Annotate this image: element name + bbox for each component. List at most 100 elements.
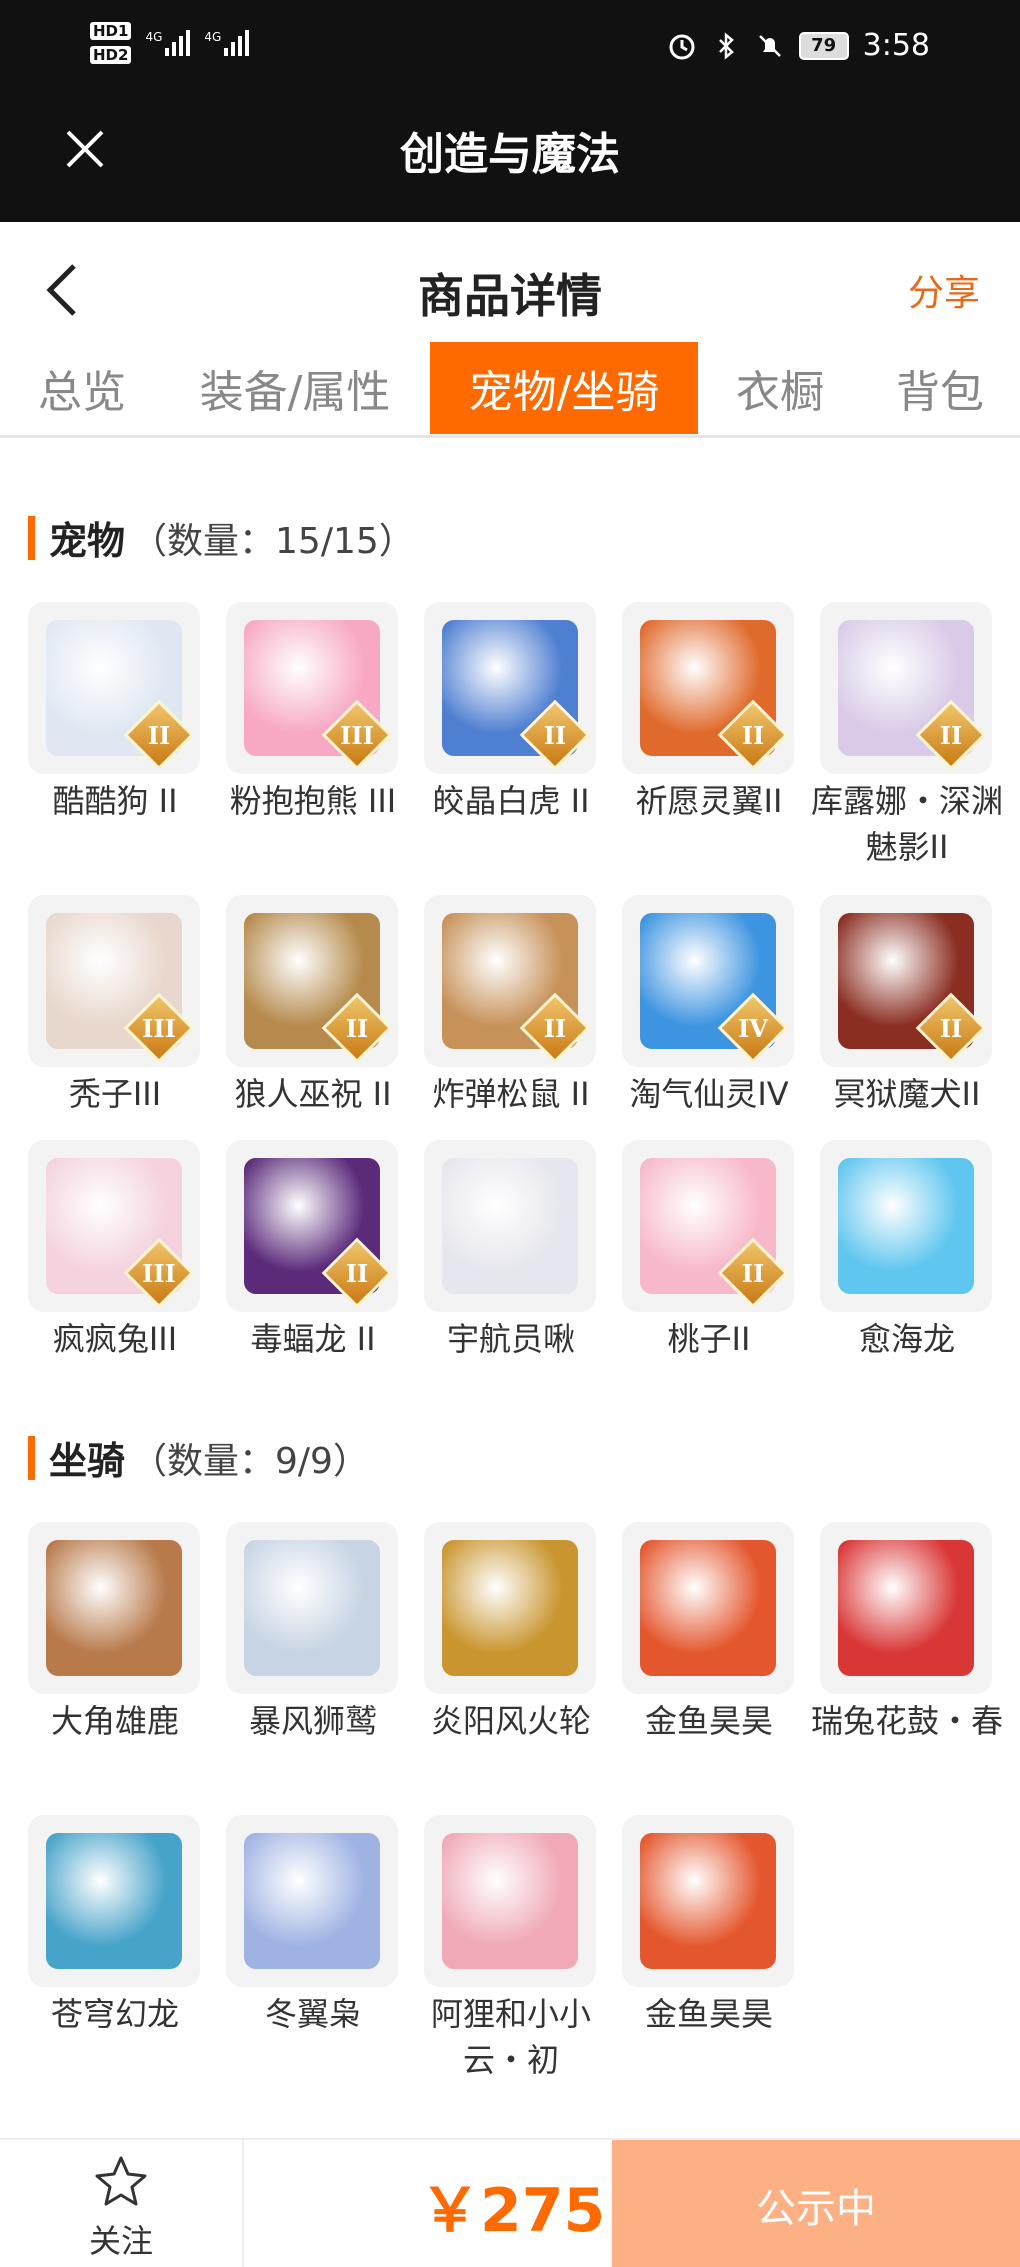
pet-name: 酷酷狗 II (52, 782, 178, 820)
mount-name: 冬翼枭 (264, 1995, 361, 2033)
pet-item[interactable]: II 炸弹松鼠 II (424, 895, 598, 1117)
hd1-indicator: HD1 (90, 22, 132, 40)
pet-thumbnail: II (424, 895, 596, 1067)
mount-thumbnail (226, 1522, 398, 1694)
mount-name: 炎阳风火轮 (430, 1702, 591, 1740)
pet-item[interactable]: II 狼人巫祝 II (226, 895, 400, 1117)
pets-count: （数量：15/15） (131, 520, 415, 562)
tab-backpack[interactable]: 背包 (870, 342, 1010, 434)
mount-thumbnail (424, 1522, 596, 1694)
page-header: 商品详情 分享 (0, 222, 1020, 342)
mount-thumbnail (622, 1815, 794, 1987)
tab-pets-mounts[interactable]: 宠物/坐骑 (430, 342, 698, 434)
hd2-indicator: HD2 (90, 46, 132, 64)
pet-item[interactable]: IV 淘气仙灵IV (622, 895, 796, 1117)
pet-thumbnail: II (820, 895, 992, 1067)
pet-name: 愈海龙 (858, 1320, 955, 1358)
pet-thumbnail (424, 1140, 596, 1312)
section-accent-bar (28, 1435, 35, 1480)
pet-item[interactable]: II 冥狱魔犬II (820, 895, 994, 1117)
level-badge-label: II (939, 720, 963, 750)
tab-bar: 总览 装备/属性 宠物/坐骑 衣橱 背包 (0, 342, 1020, 438)
character-image (244, 1540, 380, 1676)
status-bar: HD1 HD2 4G 4G 79 3:58 (0, 0, 1020, 100)
pet-item[interactable]: II 祈愿灵翼II (622, 602, 796, 824)
pet-item[interactable]: III 秃子III (28, 895, 202, 1117)
pet-item[interactable]: 愈海龙 (820, 1140, 994, 1362)
pet-item[interactable]: II 桃子II (622, 1140, 796, 1362)
pet-name: 炸弹松鼠 II (432, 1075, 590, 1113)
pets-title: 宠物 (49, 519, 126, 563)
mount-item[interactable]: 大角雄鹿 (28, 1522, 202, 1744)
level-badge-label: II (345, 1258, 369, 1288)
level-badge-label: III (142, 1258, 176, 1288)
pet-item[interactable]: II 库露娜・深渊魅影II (811, 602, 1003, 870)
status-button[interactable]: 公示中 (612, 2140, 1020, 2267)
mount-name: 苍穹幻龙 (50, 1995, 179, 2033)
mount-item[interactable]: 炎阳风火轮 (424, 1522, 598, 1744)
mount-item[interactable]: 瑞兔花鼓・春 (811, 1522, 1003, 1744)
tab-wardrobe[interactable]: 衣橱 (720, 342, 840, 434)
mount-name: 暴风狮鹫 (248, 1702, 377, 1740)
mount-item[interactable]: 阿狸和小小云・初 (424, 1815, 598, 2083)
pet-item[interactable]: III 粉抱抱熊 III (226, 602, 400, 824)
level-badge-label: II (939, 1013, 963, 1043)
pet-thumbnail: II (820, 602, 992, 774)
pet-name: 秃子III (68, 1075, 162, 1113)
follow-button[interactable]: 关注 (0, 2140, 244, 2267)
signal-1-icon: 4G (145, 30, 191, 56)
character-image (46, 1833, 182, 1969)
pet-thumbnail: III (28, 895, 200, 1067)
mount-item[interactable]: 苍穹幻龙 (28, 1815, 202, 2037)
pet-name: 冥狱魔犬II (833, 1075, 981, 1113)
mount-name: 阿狸和小小云・初 (430, 1995, 591, 2079)
pet-name: 宇航员啾 (446, 1320, 575, 1358)
pet-item[interactable]: 宇航员啾 (424, 1140, 598, 1362)
level-badge-label: IV (738, 1013, 768, 1043)
pet-name: 狼人巫祝 II (234, 1075, 392, 1113)
mount-item[interactable]: 金鱼昊昊 (622, 1522, 796, 1744)
pet-item[interactable]: III 疯疯兔III (28, 1140, 202, 1362)
mount-thumbnail (424, 1815, 596, 1987)
level-badge-label: II (741, 1258, 765, 1288)
pet-thumbnail: II (28, 602, 200, 774)
signal-group: HD1 HD2 4G 4G (90, 22, 250, 64)
pet-thumbnail: II (424, 602, 596, 774)
star-icon (95, 2156, 147, 2206)
price: ￥275 (420, 2176, 606, 2246)
mount-item[interactable]: 冬翼枭 (226, 1815, 400, 2037)
mounts-title: 坐骑 (49, 1439, 126, 1483)
network-type-1: 4G (145, 30, 163, 44)
character-image (442, 1158, 578, 1294)
level-badge-label: III (340, 720, 374, 750)
character-image (640, 1833, 776, 1969)
pet-name: 皎晶白虎 II (432, 782, 590, 820)
character-image (46, 1540, 182, 1676)
pet-item[interactable]: II 毒蝠龙 II (226, 1140, 400, 1362)
signal-2-icon: 4G (204, 30, 250, 56)
clock: 3:58 (862, 28, 930, 63)
tab-equipment[interactable]: 装备/属性 (180, 342, 410, 434)
tab-overview[interactable]: 总览 (12, 342, 152, 434)
pet-name: 桃子II (667, 1320, 751, 1358)
level-badge-label: II (543, 1013, 567, 1043)
pet-name: 祈愿灵翼II (635, 782, 783, 820)
pet-item[interactable]: II 皎晶白虎 II (424, 602, 598, 824)
pet-thumbnail: II (226, 895, 398, 1067)
mount-item[interactable]: 暴风狮鹫 (226, 1522, 400, 1744)
pet-name: 库露娜・深渊魅影II (810, 782, 1003, 866)
level-badge-label: II (741, 720, 765, 750)
pet-thumbnail (820, 1140, 992, 1312)
pet-name: 疯疯兔III (52, 1320, 178, 1358)
character-image (838, 1158, 974, 1294)
mount-item[interactable]: 金鱼昊昊 (622, 1815, 796, 2037)
bottom-bar: 关注 ￥275 公示中 (0, 2138, 1020, 2267)
pet-thumbnail: II (622, 602, 794, 774)
pet-thumbnail: III (226, 602, 398, 774)
pet-item[interactable]: II 酷酷狗 II (28, 602, 202, 824)
character-image (640, 1540, 776, 1676)
mount-name: 金鱼昊昊 (644, 1995, 773, 2033)
share-button[interactable]: 分享 (908, 264, 980, 316)
pet-name: 粉抱抱熊 III (229, 782, 397, 820)
pet-name: 毒蝠龙 II (250, 1320, 376, 1358)
